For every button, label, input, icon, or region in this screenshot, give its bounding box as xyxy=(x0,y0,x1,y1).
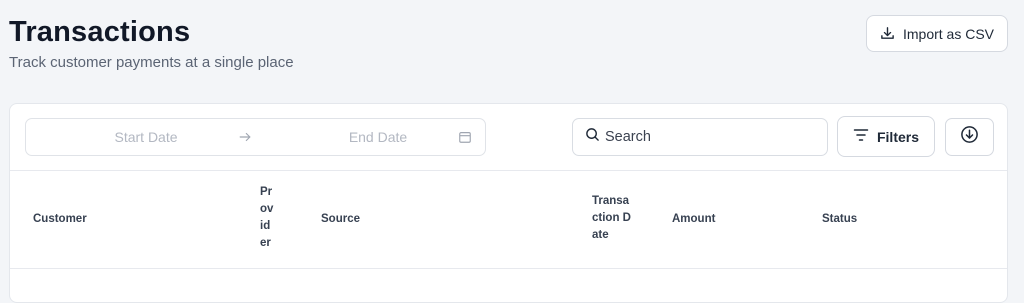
import-csv-label: Import as CSV xyxy=(902,25,995,42)
download-tray-icon xyxy=(880,26,895,41)
column-header-status: Status xyxy=(822,213,858,225)
search-input[interactable] xyxy=(605,129,805,145)
import-csv-button[interactable]: Import as CSV xyxy=(866,15,1008,52)
page-subtitle: Track customer payments at a single plac… xyxy=(9,54,294,71)
end-date-field[interactable]: End Date xyxy=(308,119,448,155)
column-header-transaction-date: Transaction Date xyxy=(592,195,631,241)
table-toolbar: Start Date End Date Search Filters xyxy=(10,104,1007,171)
download-button[interactable] xyxy=(945,118,994,156)
calendar-icon[interactable] xyxy=(458,130,472,149)
filters-label: Filters xyxy=(876,128,919,145)
date-range-picker[interactable]: Start Date End Date xyxy=(25,118,486,156)
circle-arrow-down-icon xyxy=(960,125,979,149)
page-title: Transactions xyxy=(9,16,191,48)
table-header: Customer Provider Source Transaction Dat… xyxy=(10,171,1007,269)
column-header-provider: Provider xyxy=(260,186,274,249)
column-header-customer: Customer xyxy=(33,213,87,225)
filter-lines-icon xyxy=(853,128,869,145)
arrow-right-icon xyxy=(238,130,252,149)
start-date-field[interactable]: Start Date xyxy=(76,119,216,155)
search-box[interactable] xyxy=(572,118,828,156)
column-header-amount: Amount xyxy=(672,213,716,225)
transactions-card: Start Date End Date Search Filters Custo… xyxy=(9,103,1008,303)
column-header-source: Source xyxy=(321,213,360,225)
search-icon xyxy=(585,127,600,147)
filters-button[interactable]: Filters xyxy=(837,116,935,157)
